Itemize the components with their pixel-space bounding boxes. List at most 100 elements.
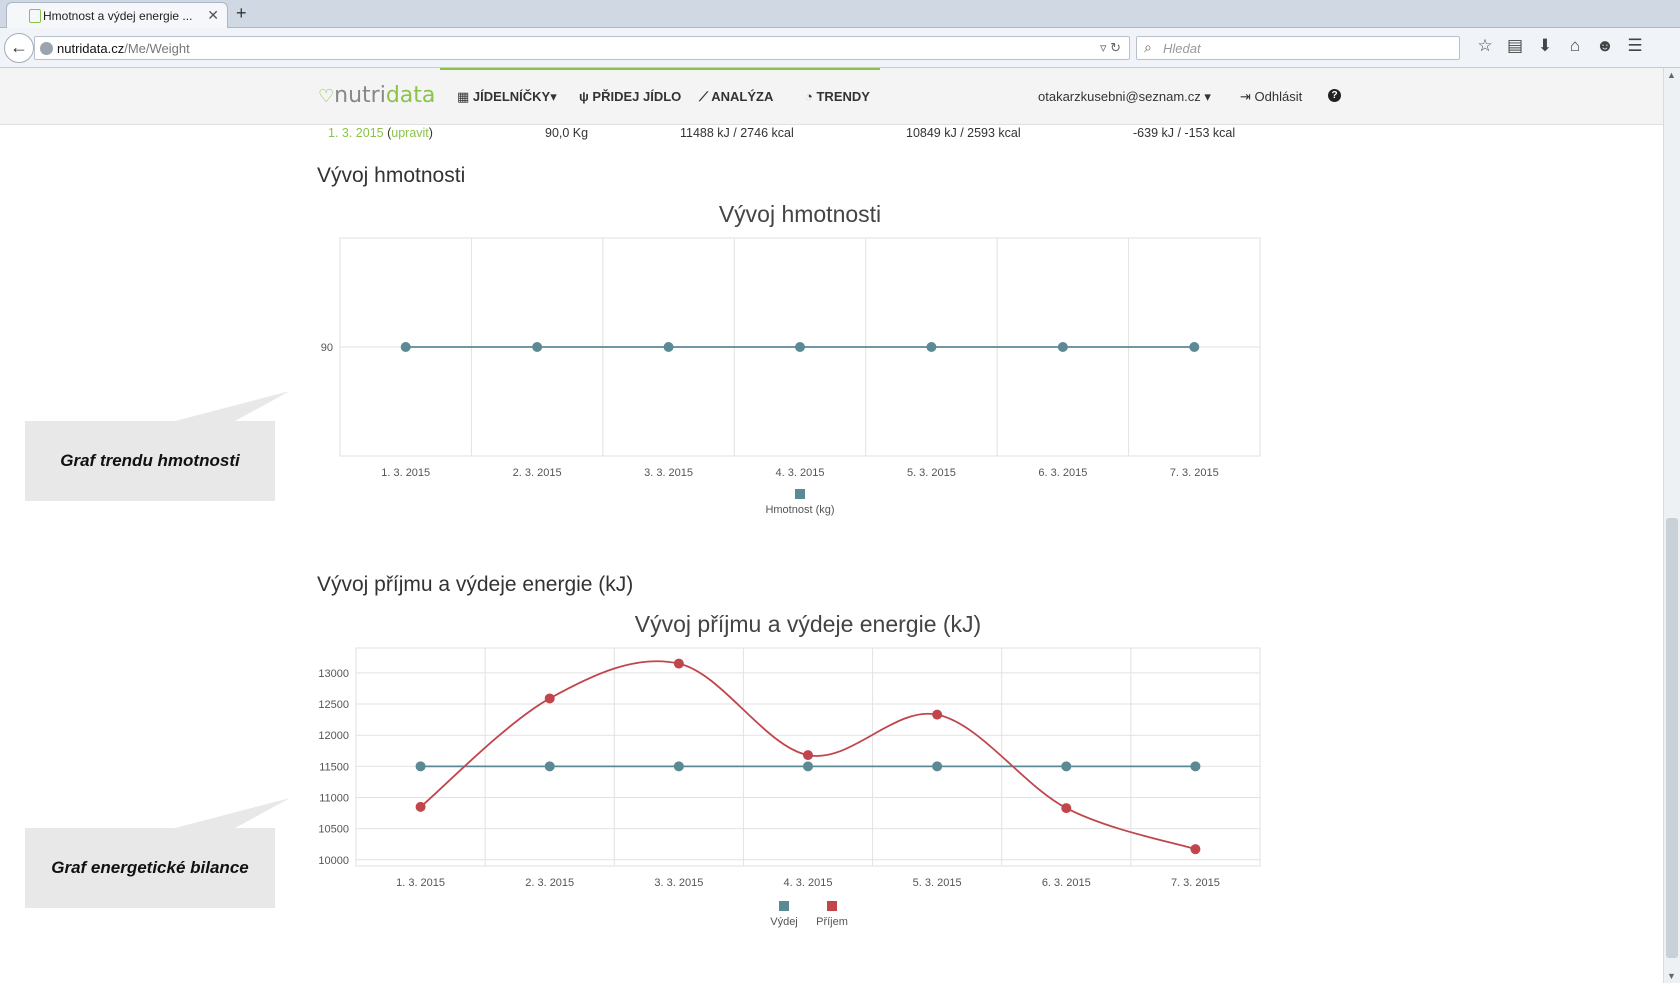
energy-section-title: Vývoj příjmu a výdeje energie (kJ): [317, 573, 634, 596]
nav-pridej-jidlo[interactable]: ψ PŘIDEJ JÍDLO: [579, 89, 681, 104]
vertical-scrollbar[interactable]: ▲ ▼: [1663, 68, 1680, 983]
reading-list-icon[interactable]: ▤: [1500, 36, 1530, 56]
edit-link[interactable]: upravit: [391, 126, 429, 140]
y-tick-label: 11500: [319, 761, 349, 773]
data-point: [932, 709, 943, 720]
data-point: [1190, 844, 1201, 855]
x-tick-label: 6. 3. 2015: [1038, 467, 1087, 479]
download-icon[interactable]: ⬇: [1530, 36, 1560, 56]
x-tick-label: 7. 3. 2015: [1171, 877, 1220, 889]
scroll-thumb[interactable]: [1666, 518, 1678, 958]
x-tick-label: 1. 3. 2015: [396, 877, 445, 889]
site-info-icon[interactable]: [40, 42, 53, 55]
data-point: [803, 750, 813, 761]
nutridata-logo[interactable]: ♡nutridata: [318, 83, 435, 108]
tab-title: Hmotnost a výdej energie ...: [43, 9, 193, 23]
legend-label: Příjem: [816, 916, 848, 928]
dropdown-icon[interactable]: ▿: [1100, 40, 1107, 55]
legend-swatch: [779, 901, 789, 911]
weight-chart: Vývoj hmotnosti 90 1. 3. 2015 2. 3. 2015 3. …: [321, 201, 1261, 516]
user-menu[interactable]: otakarzkusebni@seznam.cz ▾: [1038, 89, 1211, 105]
calendar-icon: ▦: [457, 89, 470, 104]
chart-title: Vývoj příjmu a výdeje energie (kJ): [635, 611, 981, 637]
data-point: [926, 342, 937, 352]
weight-section-title: Vývoj hmotnosti: [317, 164, 466, 187]
x-tick-label: 5. 3. 2015: [913, 877, 962, 889]
data-point: [663, 342, 674, 352]
site-header: ♡nutridata ▦ JÍDELNÍČKY▾ ψ PŘIDEJ JÍDLO …: [0, 68, 1663, 125]
date-link[interactable]: 1. 3. 2015: [328, 126, 384, 140]
x-tick-label: 2. 3. 2015: [513, 467, 562, 479]
y-tick-label: 12500: [318, 699, 349, 711]
nav-analyza[interactable]: ⟋ ANALÝZA: [699, 89, 773, 105]
nav-jidelnicky[interactable]: ▦ JÍDELNÍČKY▾: [457, 89, 557, 105]
dashboard-icon: ◔: [805, 89, 813, 104]
search-input[interactable]: ⌕ Hledat: [1136, 36, 1460, 60]
summary-date: 1. 3. 2015 (upravit): [328, 126, 433, 140]
summary-balance: -639 kJ / -153 kcal: [1133, 126, 1236, 140]
reload-icon[interactable]: ↻: [1110, 40, 1121, 55]
summary-expenditure: 10849 kJ / 2593 kcal: [906, 126, 1021, 140]
legend-swatch: [795, 489, 805, 499]
legend-label: Hmotnost (kg): [765, 504, 834, 516]
active-indicator: [440, 68, 880, 70]
weight-callout: Graf trendu hmotnosti: [25, 391, 290, 501]
search-icon: ⌕: [1144, 39, 1152, 55]
summary-intake: 11488 kJ / 2746 kcal: [680, 126, 794, 140]
weight-callout-text: Graf trendu hmotnosti: [60, 451, 240, 470]
data-point: [803, 761, 813, 772]
y-tick-label: 12000: [318, 730, 349, 742]
data-point: [1190, 761, 1201, 772]
x-tick-label: 7. 3. 2015: [1170, 467, 1219, 479]
x-tick-label: 1. 3. 2015: [381, 467, 430, 479]
help-icon[interactable]: ?: [1328, 89, 1341, 102]
new-tab-button[interactable]: +: [236, 3, 247, 24]
scroll-up-icon[interactable]: ▲: [1667, 70, 1676, 80]
url-domain: nutridata.cz: [57, 41, 125, 56]
search-placeholder: Hledat: [1163, 41, 1201, 56]
chart-title: Vývoj hmotnosti: [719, 201, 881, 227]
logout-button[interactable]: ⇥ Odhlásit: [1240, 89, 1302, 105]
energy-chart: Vývoj příjmu a výdeje energie (kJ) 10000 1…: [318, 611, 1261, 928]
chevron-down-icon: ▾: [1204, 89, 1211, 104]
nav-trendy[interactable]: ◔ TRENDY: [805, 89, 870, 104]
address-bar[interactable]: nutridata.cz/Me/Weight ▿ ↻: [34, 36, 1130, 60]
page-favicon-icon: [29, 9, 41, 23]
data-point: [415, 761, 426, 772]
bookmark-star-icon[interactable]: ☆: [1470, 36, 1500, 56]
home-icon[interactable]: ⌂: [1560, 36, 1590, 56]
browser-nav-bar: ← nutridata.cz/Me/Weight ▿ ↻ ⌕ Hledat ☆ ▤…: [0, 28, 1680, 68]
data-point: [1061, 803, 1072, 814]
url-path: /Me/Weight: [124, 41, 190, 56]
data-point: [1189, 342, 1200, 352]
close-tab-icon[interactable]: ✕: [207, 7, 219, 24]
data-point: [1057, 342, 1068, 352]
logo-heart-icon: ♡: [318, 86, 335, 107]
page-viewport: ♡nutridata ▦ JÍDELNÍČKY▾ ψ PŘIDEJ JÍDLO …: [0, 68, 1663, 983]
data-point: [400, 342, 411, 352]
legend-label: Výdej: [770, 916, 798, 928]
chat-icon[interactable]: ☻: [1590, 36, 1620, 56]
menu-icon[interactable]: ☰: [1620, 36, 1650, 56]
x-tick-label: 3. 3. 2015: [654, 877, 703, 889]
y-tick-label: 90: [321, 342, 333, 354]
energy-callout: Graf energetické bilance: [25, 798, 290, 908]
cutlery-icon: ψ: [579, 89, 589, 104]
browser-tab-bar: Hmotnost a výdej energie ... ✕ +: [0, 0, 1680, 29]
x-tick-label: 2. 3. 2015: [525, 877, 574, 889]
data-point: [544, 761, 555, 772]
chevron-down-icon: ▾: [550, 89, 557, 104]
back-button[interactable]: ←: [4, 33, 34, 63]
y-tick-label: 10000: [318, 855, 349, 867]
sign-out-icon: ⇥: [1240, 89, 1251, 104]
data-point: [415, 801, 426, 812]
x-tick-label: 4. 3. 2015: [776, 467, 825, 479]
data-point: [673, 658, 684, 669]
scroll-down-icon[interactable]: ▼: [1667, 971, 1676, 981]
x-tick-label: 3. 3. 2015: [644, 467, 693, 479]
line-chart-icon: ⟋: [699, 89, 709, 104]
browser-tab[interactable]: Hmotnost a výdej energie ... ✕: [6, 2, 228, 29]
energy-callout-text: Graf energetické bilance: [51, 858, 249, 877]
data-point: [544, 693, 555, 704]
x-tick-label: 4. 3. 2015: [784, 877, 833, 889]
